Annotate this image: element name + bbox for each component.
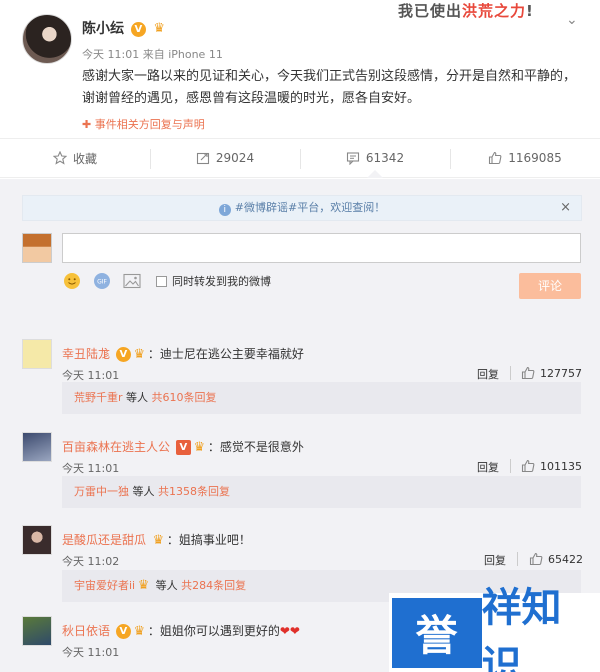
comment-input[interactable] [62,233,581,263]
share-icon [196,152,209,165]
like-button[interactable]: 1169085 [450,139,600,177]
commenter-name[interactable]: 秋日依语 [62,624,110,638]
reply-button[interactable]: 回复 [477,366,499,382]
info-icon: i [218,204,231,216]
divider [517,552,518,566]
sub-reply-user[interactable]: 万雷中一独 [74,485,129,498]
thumb-up-icon [529,552,543,566]
comment-line: 幸丑陆尨 V ♛ ：迪士尼在逃公主要幸福就好 [62,345,304,362]
share-count: 29024 [215,151,255,165]
comment-text: ：感觉不是很意外 [207,440,304,454]
sub-reply-user[interactable]: 宇宙爱好者ii [74,579,135,592]
gif-icon[interactable]: GIF [92,271,112,291]
sub-reply-count[interactable]: 共1358条回复 [158,485,230,498]
commenter-avatar[interactable] [22,525,52,555]
comment-text: ：姐姐你可以遇到更好的 [147,624,280,638]
crown-icon: ♛ [153,21,166,36]
comment-like-button[interactable]: 65422 [529,552,583,566]
crown-icon: ♛ [152,532,165,548]
favorite-label: 收藏 [72,151,97,166]
comment-text: ：迪士尼在逃公主要幸福就好 [147,347,304,361]
sub-replies[interactable]: 万雷中一独 等人 共1358条回复 [62,476,581,508]
banner-text-b: 洪荒之力 [462,2,527,20]
thumb-up-icon [489,151,502,165]
favorite-button[interactable]: 收藏 [0,139,150,177]
comment-text: ：姐搞事业吧！ [166,533,251,547]
weibo-post: 陈小纭 V ♛ 今天 11:01 来自 iPhone 11 感谢大家一路以来的见… [0,0,600,138]
heart-icon: ❤❤ [279,624,300,638]
verified-badge-icon: V [115,347,131,362]
commenter-avatar[interactable] [22,432,52,462]
divider [510,366,511,380]
comment-like-button[interactable]: 127757 [521,366,582,380]
star-icon [52,151,67,165]
sticker-banner: 我已使出洪荒之力! [398,0,534,21]
reply-button[interactable]: 回复 [477,459,499,475]
verified-badge-icon: V [115,624,131,639]
crown-icon: ♛ [133,346,146,362]
crown-icon: ♛ [137,578,150,593]
action-bar: 收藏 29024 61342 1169085 [0,138,600,178]
author-name[interactable]: 陈小纭 [82,21,124,37]
notice-text[interactable]: #微博辟谣#平台，欢迎查阅！ [235,201,385,214]
emoji-icon[interactable] [62,271,82,291]
comment-time: 今天 11:01 [62,369,120,382]
comment-button[interactable]: 61342 [300,139,450,178]
comment-like-count: 65422 [548,552,583,566]
thumb-up-icon [521,459,535,473]
comment-count: 61342 [365,151,405,165]
comment-icon [346,152,359,165]
share-button[interactable]: 29024 [150,139,300,177]
watermark-right: 祥知识 [481,584,562,672]
author-line: 陈小纭 V ♛ [82,18,168,38]
rumor-notice: i #微博辟谣#平台，欢迎查阅！ × [22,195,582,221]
watermark-left: 誉 [391,597,482,668]
submit-comment-button[interactable]: 评论 [519,273,581,299]
forward-checkbox[interactable] [156,275,167,287]
sub-reply-mid: 等人 [122,391,152,404]
crown-icon: ♛ [193,439,206,455]
comment-like-button[interactable]: 101135 [521,459,582,473]
sub-reply-count[interactable]: 共284条回复 [181,579,246,592]
banner-text-a: 我已使出 [398,2,463,20]
image-icon[interactable] [122,271,142,291]
reply-button[interactable]: 回复 [484,552,506,568]
comment-time: 今天 11:01 [62,462,120,475]
svg-text:GIF: GIF [97,279,107,286]
commenter-name[interactable]: 幸丑陆尨 [62,347,110,361]
crown-icon: ♛ [133,623,146,639]
author-avatar[interactable] [22,14,72,64]
comment-line: 是酸瓜还是甜瓜 ♛ ：姐搞事业吧！ [62,531,251,548]
sub-reply-mid: 等人 [152,579,182,592]
comment-time: 今天 11:01 [62,646,120,659]
chevron-down-icon[interactable]: ⌄ [566,12,578,28]
comment-line: 百亩森林在逃主人公 V ♛ ：感觉不是很意外 [62,438,304,455]
comment-like-count: 127757 [540,366,582,380]
commenter-avatar[interactable] [22,339,52,369]
sub-replies[interactable]: 荒野千重r 等人 共610条回复 [62,382,581,414]
watermark-logo: 誉 祥知识 [389,584,600,672]
comment-line: 秋日依语 V ♛ ：姐姐你可以遇到更好的❤❤ [62,622,300,639]
sub-reply-mid: 等人 [129,485,158,498]
verified-badge-icon: V [175,440,191,455]
commenter-name[interactable]: 百亩森林在逃主人公 [62,440,170,454]
post-content: 感谢大家一路以来的见证和关心，今天我们正式告别这段感情，分开是自然和平静的，谢谢… [82,69,577,106]
thumb-up-icon [521,366,535,380]
divider [510,459,511,473]
sub-reply-count[interactable]: 共610条回复 [152,391,217,404]
commenter-avatar[interactable] [22,616,52,646]
comment-like-count: 101135 [540,459,582,473]
banner-text-c: ! [526,2,534,20]
like-count: 1169085 [508,151,562,165]
comment-time: 今天 11:02 [62,555,120,568]
commenter-name[interactable]: 是酸瓜还是甜瓜 [62,533,146,547]
my-avatar [22,233,52,263]
verified-badge-icon: V [130,21,146,37]
sub-reply-user[interactable]: 荒野千重r [74,391,123,404]
post-meta: 今天 11:01 来自 iPhone 11 [82,48,223,61]
close-icon[interactable]: × [560,196,571,220]
forward-label: 同时转发到我的微博 [172,275,271,288]
composer-tools: GIF 同时转发到我的微博 [62,271,271,291]
event-link[interactable]: ✚ 事件相关方回复与声明 [82,116,205,132]
